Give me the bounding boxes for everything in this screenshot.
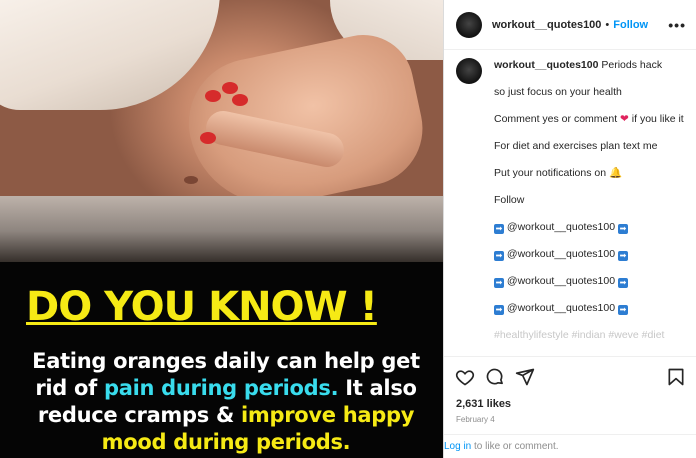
navel-shape [184,176,198,184]
likes-count[interactable]: 2,631 likes [456,398,511,410]
mention-line: ➡ @workout__quotes100 ➡ [494,220,684,234]
mention-link[interactable]: @workout__quotes100 [507,275,615,287]
right-arrow-emoji-icon: ➡ [494,278,504,288]
sheet-shape [0,196,443,266]
caption-line-text: if you like it [631,113,684,125]
avatar[interactable] [456,11,482,38]
caption-row: workout__quotes100 Periods hack so just … [456,58,688,355]
caption-line: Comment yes or comment ❤ if you like it [494,112,684,126]
mention-line: ➡ @workout__quotes100 ➡ [494,247,684,261]
post-header: workout__quotes100 • Follow ••• [444,0,696,50]
heart-outline-icon[interactable] [454,366,476,388]
nail-shape [232,94,248,106]
right-arrow-emoji-icon: ➡ [618,224,628,234]
caption-line: Periods hack [601,59,663,71]
comment-bubble-icon[interactable] [484,366,506,388]
caption-username[interactable]: workout__quotes100 [494,59,598,71]
right-arrow-emoji-icon: ➡ [618,278,628,288]
post-headline: DO YOU KNOW ! [26,284,378,330]
login-bar: Log in to like or comment. [444,434,696,458]
caption-line-text: Put your notifications on [494,167,607,179]
caption-line-text: Comment yes or comment [494,113,618,125]
post-body-highlight: pain during periods. [104,376,339,400]
post-date[interactable]: February 4 [456,415,495,424]
separator-dot: • [605,18,610,31]
nail-shape [200,132,216,144]
right-arrow-emoji-icon: ➡ [494,251,504,261]
caption-first-line: workout__quotes100 Periods hack [494,58,684,72]
hashtags-line[interactable]: #healthylifestyle #indian #weve #diet [494,328,684,342]
right-arrow-emoji-icon: ➡ [618,251,628,261]
mention-link[interactable]: @workout__quotes100 [507,248,615,260]
caption-line: For diet and exercises plan text me [494,140,658,152]
post-details-panel: workout__quotes100 • Follow ••• workout_… [443,0,696,458]
caption-line: Put your notifications on 🔔 [494,166,684,180]
nail-shape [205,90,221,102]
mention-line: ➡ @workout__quotes100 ➡ [494,274,684,288]
right-arrow-emoji-icon: ➡ [494,224,504,234]
bell-emoji-icon: 🔔 [609,167,623,179]
mention-line: ➡ @workout__quotes100 ➡ [494,301,684,315]
mention-link[interactable]: @workout__quotes100 [507,221,615,233]
caption-area[interactable]: workout__quotes100 Periods hack so just … [456,58,688,356]
towel-shape [0,0,220,110]
login-prompt-text: to like or comment. [471,441,559,452]
login-link[interactable]: Log in [444,441,471,452]
right-arrow-emoji-icon: ➡ [494,305,504,315]
post-image[interactable]: DO YOU KNOW ! Eating oranges daily can h… [0,0,443,458]
caption-text: workout__quotes100 Periods hack so just … [494,58,684,355]
caption-line: so just focus on your health [494,86,622,98]
right-arrow-emoji-icon: ➡ [618,305,628,315]
follow-button[interactable]: Follow [613,19,648,31]
mention-link[interactable]: @workout__quotes100 [507,302,615,314]
caption-line: Follow [494,194,525,206]
bookmark-icon[interactable] [665,366,687,388]
action-bar [444,356,696,396]
nail-shape [222,82,238,94]
more-options-icon[interactable]: ••• [668,17,686,33]
red-heart-emoji-icon: ❤ [620,113,629,125]
paper-plane-icon[interactable] [514,366,536,388]
avatar[interactable] [456,58,482,84]
header-username[interactable]: workout__quotes100 [492,19,601,31]
post-body-text: Eating oranges daily can help get rid of… [16,348,436,456]
